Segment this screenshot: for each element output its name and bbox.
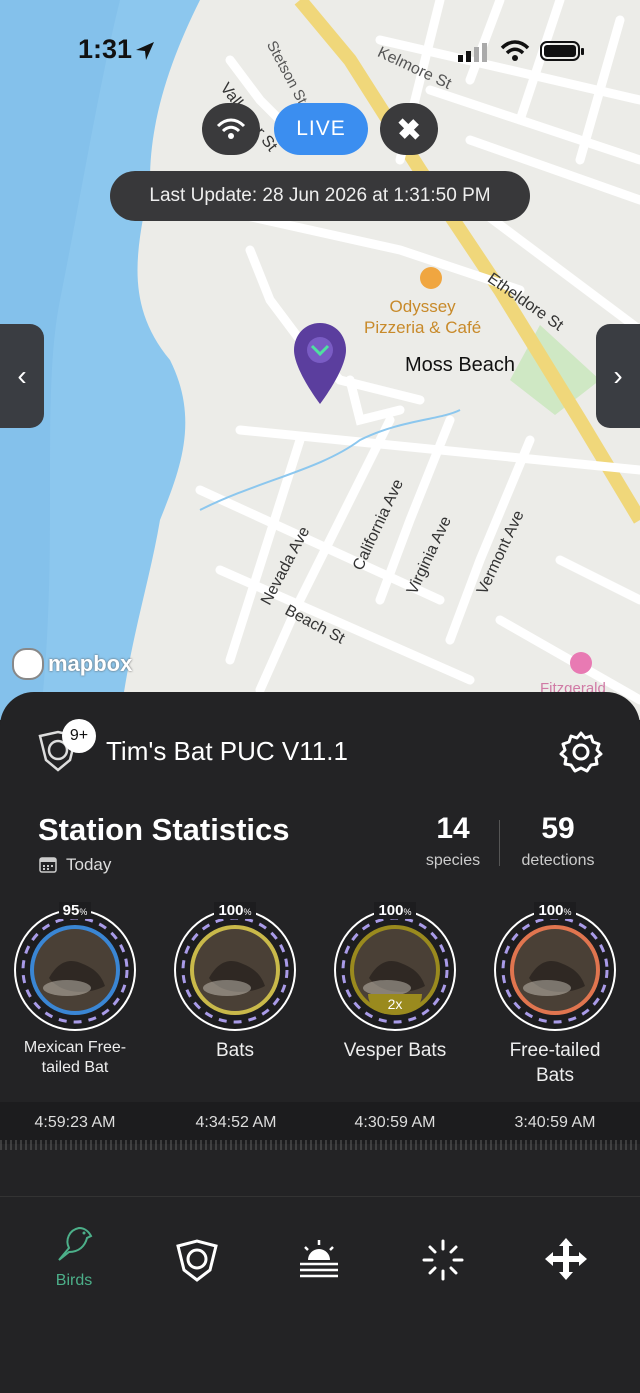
detection-time: 4:34:52 AM bbox=[195, 1114, 277, 1131]
previous-station-button[interactable]: ‹ bbox=[0, 324, 44, 428]
species-name: Mexican Free- tailed Bat bbox=[23, 1039, 127, 1076]
activity-strip bbox=[0, 1140, 640, 1150]
sunrise-icon bbox=[300, 1240, 338, 1278]
tab-birds-label: Birds bbox=[55, 1272, 93, 1289]
tab-station[interactable] bbox=[157, 1236, 237, 1326]
gear-icon[interactable] bbox=[559, 730, 603, 774]
station-name[interactable]: Tim's Bat PUC V11.1 bbox=[106, 736, 348, 767]
confidence-value: 95% bbox=[58, 902, 92, 919]
percent-sign: % bbox=[563, 907, 572, 917]
percent-sign: % bbox=[79, 907, 88, 917]
mapbox-label: mapbox bbox=[48, 651, 133, 676]
confidence-value: 100% bbox=[374, 902, 416, 919]
species-name: Bats bbox=[215, 1040, 255, 1061]
chevron-left-icon: ‹ bbox=[17, 360, 27, 391]
calendar-icon bbox=[39, 857, 57, 873]
confidence-label: 100% bbox=[320, 902, 470, 919]
species-count: 14 bbox=[436, 812, 470, 845]
percent-sign: % bbox=[243, 907, 252, 917]
percent-sign: % bbox=[403, 907, 412, 917]
bird-icon bbox=[58, 1226, 93, 1261]
satellite-mode-button[interactable] bbox=[380, 103, 438, 155]
tab-weather[interactable] bbox=[279, 1238, 359, 1328]
chevron-right-icon: › bbox=[613, 360, 623, 391]
wifi-icon bbox=[500, 40, 530, 61]
detection-time: 4:59:23 AM bbox=[34, 1114, 116, 1131]
mapbox-attribution[interactable]: mapbox bbox=[12, 648, 132, 680]
detections-count: 59 bbox=[541, 812, 575, 845]
confidence-label: 95% bbox=[0, 902, 150, 919]
species-label: species bbox=[425, 852, 481, 869]
status-time: 1:31 bbox=[78, 34, 133, 64]
detection-time: 3:40:59 AM bbox=[514, 1114, 596, 1131]
notification-badge[interactable]: 9+ bbox=[62, 719, 96, 753]
mapbox-logo-icon bbox=[12, 648, 44, 680]
poi-label[interactable]: Odyssey Pizzeria & Café bbox=[364, 296, 481, 338]
move-arrows-icon bbox=[545, 1238, 587, 1280]
satellite-icon bbox=[398, 118, 420, 140]
confidence-value: 100% bbox=[214, 902, 256, 919]
tab-move[interactable] bbox=[526, 1236, 606, 1326]
confidence-label: 100% bbox=[160, 902, 310, 919]
detection-times-row: 4:59:23 AM 4:34:52 AM 4:30:59 AM 3:40:59… bbox=[0, 1102, 640, 1144]
detections-label: detections bbox=[521, 852, 595, 869]
stats-title: Station Statistics bbox=[38, 812, 290, 847]
species-ring bbox=[14, 909, 136, 1031]
signal-icon bbox=[458, 43, 487, 62]
location-arrow-icon bbox=[136, 42, 154, 60]
station-pin-icon bbox=[294, 323, 346, 404]
loading-icon bbox=[422, 1239, 464, 1281]
tab-birds[interactable]: Birds bbox=[34, 1220, 114, 1310]
next-station-button[interactable]: › bbox=[596, 324, 640, 428]
live-button[interactable]: LIVE bbox=[274, 103, 368, 155]
place-label: Moss Beach bbox=[405, 354, 516, 376]
battery-icon bbox=[540, 41, 584, 61]
species-ring bbox=[174, 909, 296, 1031]
species-name: Free-tailed Bats bbox=[509, 1040, 601, 1086]
station-icon bbox=[176, 1239, 218, 1282]
period-label[interactable]: Today bbox=[66, 855, 111, 875]
tab-activity[interactable] bbox=[403, 1238, 483, 1328]
confidence-label: 100% bbox=[480, 902, 630, 919]
detection-time: 4:30:59 AM bbox=[354, 1114, 436, 1131]
species-ring bbox=[494, 909, 616, 1031]
confidence-value: 100% bbox=[534, 902, 576, 919]
stats-divider bbox=[499, 820, 500, 866]
last-update-label: Last Update: 28 Jun 2026 at 1:31:50 PM bbox=[110, 171, 530, 221]
species-name: Vesper Bats bbox=[343, 1040, 447, 1061]
wifi-mode-button[interactable] bbox=[202, 103, 260, 155]
wifi-icon bbox=[216, 118, 246, 139]
status-bar: 1:31 bbox=[0, 0, 640, 100]
